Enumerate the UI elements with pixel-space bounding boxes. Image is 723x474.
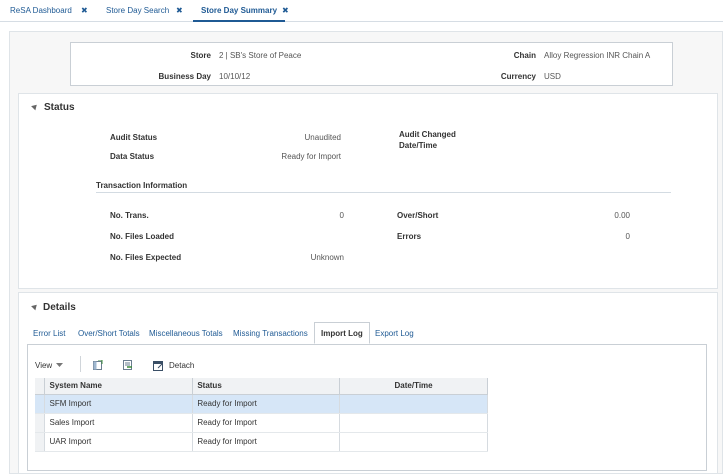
audit-status-label: Audit Status	[110, 133, 158, 142]
tab-missing-transactions[interactable]: Missing Transactions	[233, 329, 308, 338]
tab-label: ReSA Dashboard	[10, 6, 72, 15]
tab-error-list[interactable]: Error List	[33, 329, 65, 338]
no-files-loaded-label: No. Files Loaded	[110, 232, 175, 241]
detach-icon	[153, 360, 163, 371]
no-files-expected-label: No. Files Expected	[110, 253, 182, 262]
view-label: View	[35, 360, 53, 370]
tab-miscellaneous-totals[interactable]: Miscellaneous Totals	[149, 329, 223, 338]
status-cell: Ready for Import	[192, 432, 341, 452]
detach-label: Detach	[169, 360, 195, 370]
view-menu[interactable]: View	[35, 356, 64, 374]
audit-status-value: Unaudited	[304, 133, 341, 142]
store-value: 2 | SB's Store of Peace	[219, 51, 302, 60]
system-name-cell: Sales Import	[44, 413, 194, 433]
toolbar-separator	[80, 356, 81, 372]
tab-store-day-search[interactable]: Store Day Search	[106, 0, 169, 22]
divider	[96, 192, 671, 193]
chain-label: Chain	[513, 51, 536, 60]
close-icon[interactable]: ✖	[81, 0, 88, 22]
over-short-label: Over/Short	[397, 211, 439, 220]
audit-changed-label-line2: Date/Time	[399, 141, 438, 150]
no-files-expected-value: Unknown	[310, 253, 344, 262]
tab-resa-dashboard[interactable]: ReSA Dashboard	[10, 0, 72, 22]
row-header-gutter	[35, 378, 46, 395]
status-cell: Ready for Import	[192, 413, 341, 433]
currency-value: USD	[544, 72, 561, 81]
tab-label: Store Day Search	[106, 6, 170, 15]
row-gutter	[35, 413, 46, 433]
store-label: Store	[190, 51, 211, 60]
business-day-value: 10/10/12	[219, 72, 251, 81]
table-row[interactable]: UAR Import Ready for Import	[35, 432, 488, 452]
business-day-label: Business Day	[158, 72, 211, 81]
errors-value: 0	[625, 232, 630, 241]
row-gutter	[35, 394, 46, 414]
detach-button[interactable]: Detach	[153, 359, 194, 371]
date-time-cell	[339, 432, 488, 452]
table-row[interactable]: Sales Import Ready for Import	[35, 413, 488, 433]
data-status-label: Data Status	[110, 152, 155, 161]
tab-over-short-totals[interactable]: Over/Short Totals	[78, 329, 140, 338]
table-row[interactable]: SFM Import Ready for Import	[35, 394, 488, 414]
dropdown-arrow-icon	[56, 363, 64, 367]
wrap-icon[interactable]	[123, 360, 133, 370]
column-header-status[interactable]: Status	[192, 378, 341, 395]
tab-label: Store Day Summary	[201, 6, 278, 15]
details-title: Details	[43, 302, 76, 313]
system-name-cell: UAR Import	[44, 432, 194, 452]
no-trans-value: 0	[339, 211, 344, 220]
status-title: Status	[44, 102, 75, 113]
table-header-row: System Name Status Date/Time	[35, 378, 488, 395]
date-time-cell	[339, 413, 488, 433]
tab-store-day-summary[interactable]: Store Day Summary	[193, 0, 286, 22]
close-icon[interactable]: ✖	[282, 0, 289, 22]
audit-changed-label: Audit Changed	[399, 130, 456, 139]
status-cell: Ready for Import	[192, 394, 341, 414]
tab-bar: ReSA Dashboard ✖ Store Day Search ✖ Stor…	[0, 0, 723, 22]
freeze-icon[interactable]	[93, 360, 103, 370]
transaction-info-heading: Transaction Information	[96, 181, 188, 190]
column-header-system-name[interactable]: System Name	[44, 378, 194, 395]
date-time-cell	[339, 394, 488, 414]
column-header-date-time[interactable]: Date/Time	[339, 378, 488, 395]
system-name-cell: SFM Import	[44, 394, 194, 414]
import-log-table: System Name Status Date/Time SFM Import …	[35, 378, 488, 452]
no-trans-label: No. Trans.	[110, 211, 149, 220]
over-short-value: 0.00	[614, 211, 630, 220]
errors-label: Errors	[397, 232, 422, 241]
close-icon[interactable]: ✖	[176, 0, 183, 22]
row-gutter	[35, 432, 46, 452]
currency-label: Currency	[500, 72, 536, 81]
tab-import-log[interactable]: Import Log	[314, 322, 370, 344]
chain-value: Alloy Regression INR Chain A	[544, 51, 651, 60]
tab-export-log[interactable]: Export Log	[375, 329, 414, 338]
data-status-value: Ready for Import	[281, 152, 341, 161]
